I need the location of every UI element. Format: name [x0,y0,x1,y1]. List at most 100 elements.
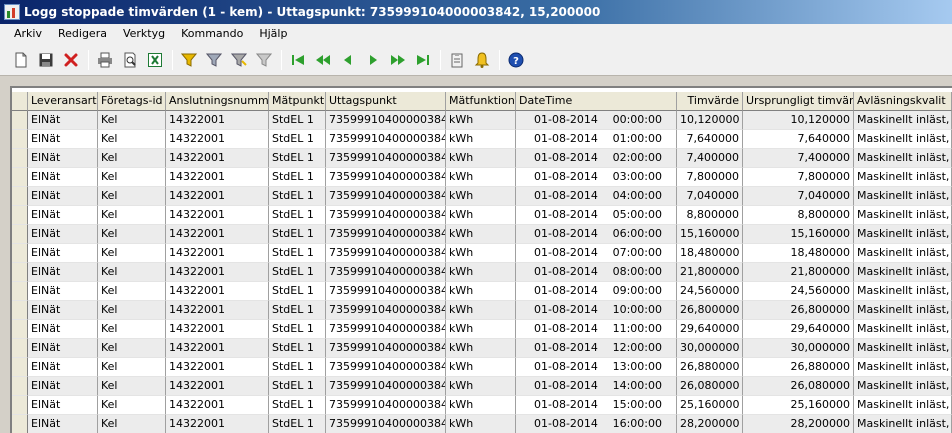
cell-ursprungligt-timvarde[interactable]: 24,560000 [743,282,854,301]
cell-matfunktion[interactable]: kWh [446,339,516,358]
table-row[interactable]: ElNät Kel 14322001 StdEL 1 73599910400000384… [12,244,952,263]
cell-datetime[interactable]: 01-08-2014 08:00:00 [516,263,677,282]
next-page-icon[interactable] [387,49,409,71]
help-icon[interactable]: ? [505,49,527,71]
cell-leveransart[interactable]: ElNät [28,396,98,415]
cell-uttagspunkt[interactable]: 735999104000003842 [326,225,446,244]
cell-leveransart[interactable]: ElNät [28,339,98,358]
cell-timvarde[interactable]: 21,800000 [677,263,743,282]
cell-avlasningskvalitet[interactable]: Maskinellt inläst, [854,168,952,187]
cell-matpunkt[interactable]: StdEL 1 [269,111,326,130]
cell-anslutningsnummer[interactable]: 14322001 [166,225,269,244]
cell-leveransart[interactable]: ElNät [28,187,98,206]
cell-timvarde[interactable]: 7,800000 [677,168,743,187]
cell-datetime[interactable]: 01-08-2014 06:00:00 [516,225,677,244]
cell-matpunkt[interactable]: StdEL 1 [269,225,326,244]
cell-timvarde[interactable]: 26,880000 [677,358,743,377]
cell-matpunkt[interactable]: StdEL 1 [269,206,326,225]
cell-datetime[interactable]: 01-08-2014 13:00:00 [516,358,677,377]
cell-datetime[interactable]: 01-08-2014 10:00:00 [516,301,677,320]
table-row[interactable]: ElNät Kel 14322001 StdEL 1 73599910400000384… [12,187,952,206]
cell-anslutningsnummer[interactable]: 14322001 [166,377,269,396]
cell-foretags-id[interactable]: Kel [98,263,166,282]
cell-anslutningsnummer[interactable]: 14322001 [166,320,269,339]
print-icon[interactable] [94,49,116,71]
row-selector[interactable] [12,320,28,339]
alert-icon[interactable] [471,49,493,71]
cell-leveransart[interactable]: ElNät [28,225,98,244]
cell-avlasningskvalitet[interactable]: Maskinellt inläst, [854,415,952,433]
cell-datetime[interactable]: 01-08-2014 09:00:00 [516,282,677,301]
cell-foretags-id[interactable]: Kel [98,130,166,149]
cell-timvarde[interactable]: 25,160000 [677,396,743,415]
cell-ursprungligt-timvarde[interactable]: 25,160000 [743,396,854,415]
cell-ursprungligt-timvarde[interactable]: 21,800000 [743,263,854,282]
cell-matpunkt[interactable]: StdEL 1 [269,130,326,149]
table-row[interactable]: ElNät Kel 14322001 StdEL 1 73599910400000384… [12,130,952,149]
cell-avlasningskvalitet[interactable]: Maskinellt inläst, [854,225,952,244]
cell-uttagspunkt[interactable]: 735999104000003842 [326,168,446,187]
cell-ursprungligt-timvarde[interactable]: 26,880000 [743,358,854,377]
cell-avlasningskvalitet[interactable]: Maskinellt inläst, [854,358,952,377]
table-row[interactable]: ElNät Kel 14322001 StdEL 1 73599910400000384… [12,377,952,396]
cell-ursprungligt-timvarde[interactable]: 26,800000 [743,301,854,320]
cell-uttagspunkt[interactable]: 735999104000003842 [326,415,446,433]
cell-avlasningskvalitet[interactable]: Maskinellt inläst, [854,244,952,263]
cell-datetime[interactable]: 01-08-2014 07:00:00 [516,244,677,263]
row-selector[interactable] [12,244,28,263]
table-row[interactable]: ElNät Kel 14322001 StdEL 1 73599910400000384… [12,263,952,282]
delete-icon[interactable] [60,49,82,71]
col-matpunkt[interactable]: Mätpunkt [269,92,326,111]
cell-matpunkt[interactable]: StdEL 1 [269,358,326,377]
cell-uttagspunkt[interactable]: 735999104000003842 [326,206,446,225]
cell-anslutningsnummer[interactable]: 14322001 [166,187,269,206]
cell-matpunkt[interactable]: StdEL 1 [269,187,326,206]
menu-arkiv[interactable]: Arkiv [6,24,50,44]
col-datetime[interactable]: DateTime [516,92,677,111]
cell-timvarde[interactable]: 18,480000 [677,244,743,263]
cell-leveransart[interactable]: ElNät [28,244,98,263]
table-row[interactable]: ElNät Kel 14322001 StdEL 1 73599910400000384… [12,225,952,244]
cell-uttagspunkt[interactable]: 735999104000003842 [326,358,446,377]
cell-matpunkt[interactable]: StdEL 1 [269,282,326,301]
cell-leveransart[interactable]: ElNät [28,415,98,433]
cell-matfunktion[interactable]: kWh [446,320,516,339]
cell-matpunkt[interactable]: StdEL 1 [269,320,326,339]
cell-foretags-id[interactable]: Kel [98,149,166,168]
previous-record-icon[interactable] [337,49,359,71]
col-foretags-id[interactable]: Företags-id [98,92,166,111]
table-row[interactable]: ElNät Kel 14322001 StdEL 1 73599910400000384… [12,206,952,225]
cell-matfunktion[interactable]: kWh [446,377,516,396]
cell-matpunkt[interactable]: StdEL 1 [269,244,326,263]
cell-uttagspunkt[interactable]: 735999104000003842 [326,282,446,301]
cell-timvarde[interactable]: 30,000000 [677,339,743,358]
cell-avlasningskvalitet[interactable]: Maskinellt inläst, [854,339,952,358]
table-row[interactable]: ElNät Kel 14322001 StdEL 1 73599910400000384… [12,339,952,358]
cell-matpunkt[interactable]: StdEL 1 [269,415,326,433]
cell-matfunktion[interactable]: kWh [446,263,516,282]
cell-leveransart[interactable]: ElNät [28,320,98,339]
cell-uttagspunkt[interactable]: 735999104000003842 [326,244,446,263]
cell-ursprungligt-timvarde[interactable]: 7,040000 [743,187,854,206]
cell-matfunktion[interactable]: kWh [446,111,516,130]
cell-avlasningskvalitet[interactable]: Maskinellt inläst, [854,206,952,225]
cell-ursprungligt-timvarde[interactable]: 29,640000 [743,320,854,339]
cell-uttagspunkt[interactable]: 735999104000003842 [326,320,446,339]
next-record-icon[interactable] [362,49,384,71]
cell-anslutningsnummer[interactable]: 14322001 [166,111,269,130]
cell-ursprungligt-timvarde[interactable]: 18,480000 [743,244,854,263]
cell-foretags-id[interactable]: Kel [98,168,166,187]
filter-by-selection-icon[interactable] [203,49,225,71]
row-selector[interactable] [12,225,28,244]
cell-datetime[interactable]: 01-08-2014 05:00:00 [516,206,677,225]
cell-matpunkt[interactable]: StdEL 1 [269,149,326,168]
row-selector[interactable] [12,358,28,377]
cell-ursprungligt-timvarde[interactable]: 28,200000 [743,415,854,433]
cell-ursprungligt-timvarde[interactable]: 10,120000 [743,111,854,130]
cell-anslutningsnummer[interactable]: 14322001 [166,282,269,301]
cell-ursprungligt-timvarde[interactable]: 15,160000 [743,225,854,244]
cell-datetime[interactable]: 01-08-2014 02:00:00 [516,149,677,168]
cell-anslutningsnummer[interactable]: 14322001 [166,301,269,320]
cell-avlasningskvalitet[interactable]: Maskinellt inläst, [854,130,952,149]
cell-datetime[interactable]: 01-08-2014 16:00:00 [516,415,677,433]
